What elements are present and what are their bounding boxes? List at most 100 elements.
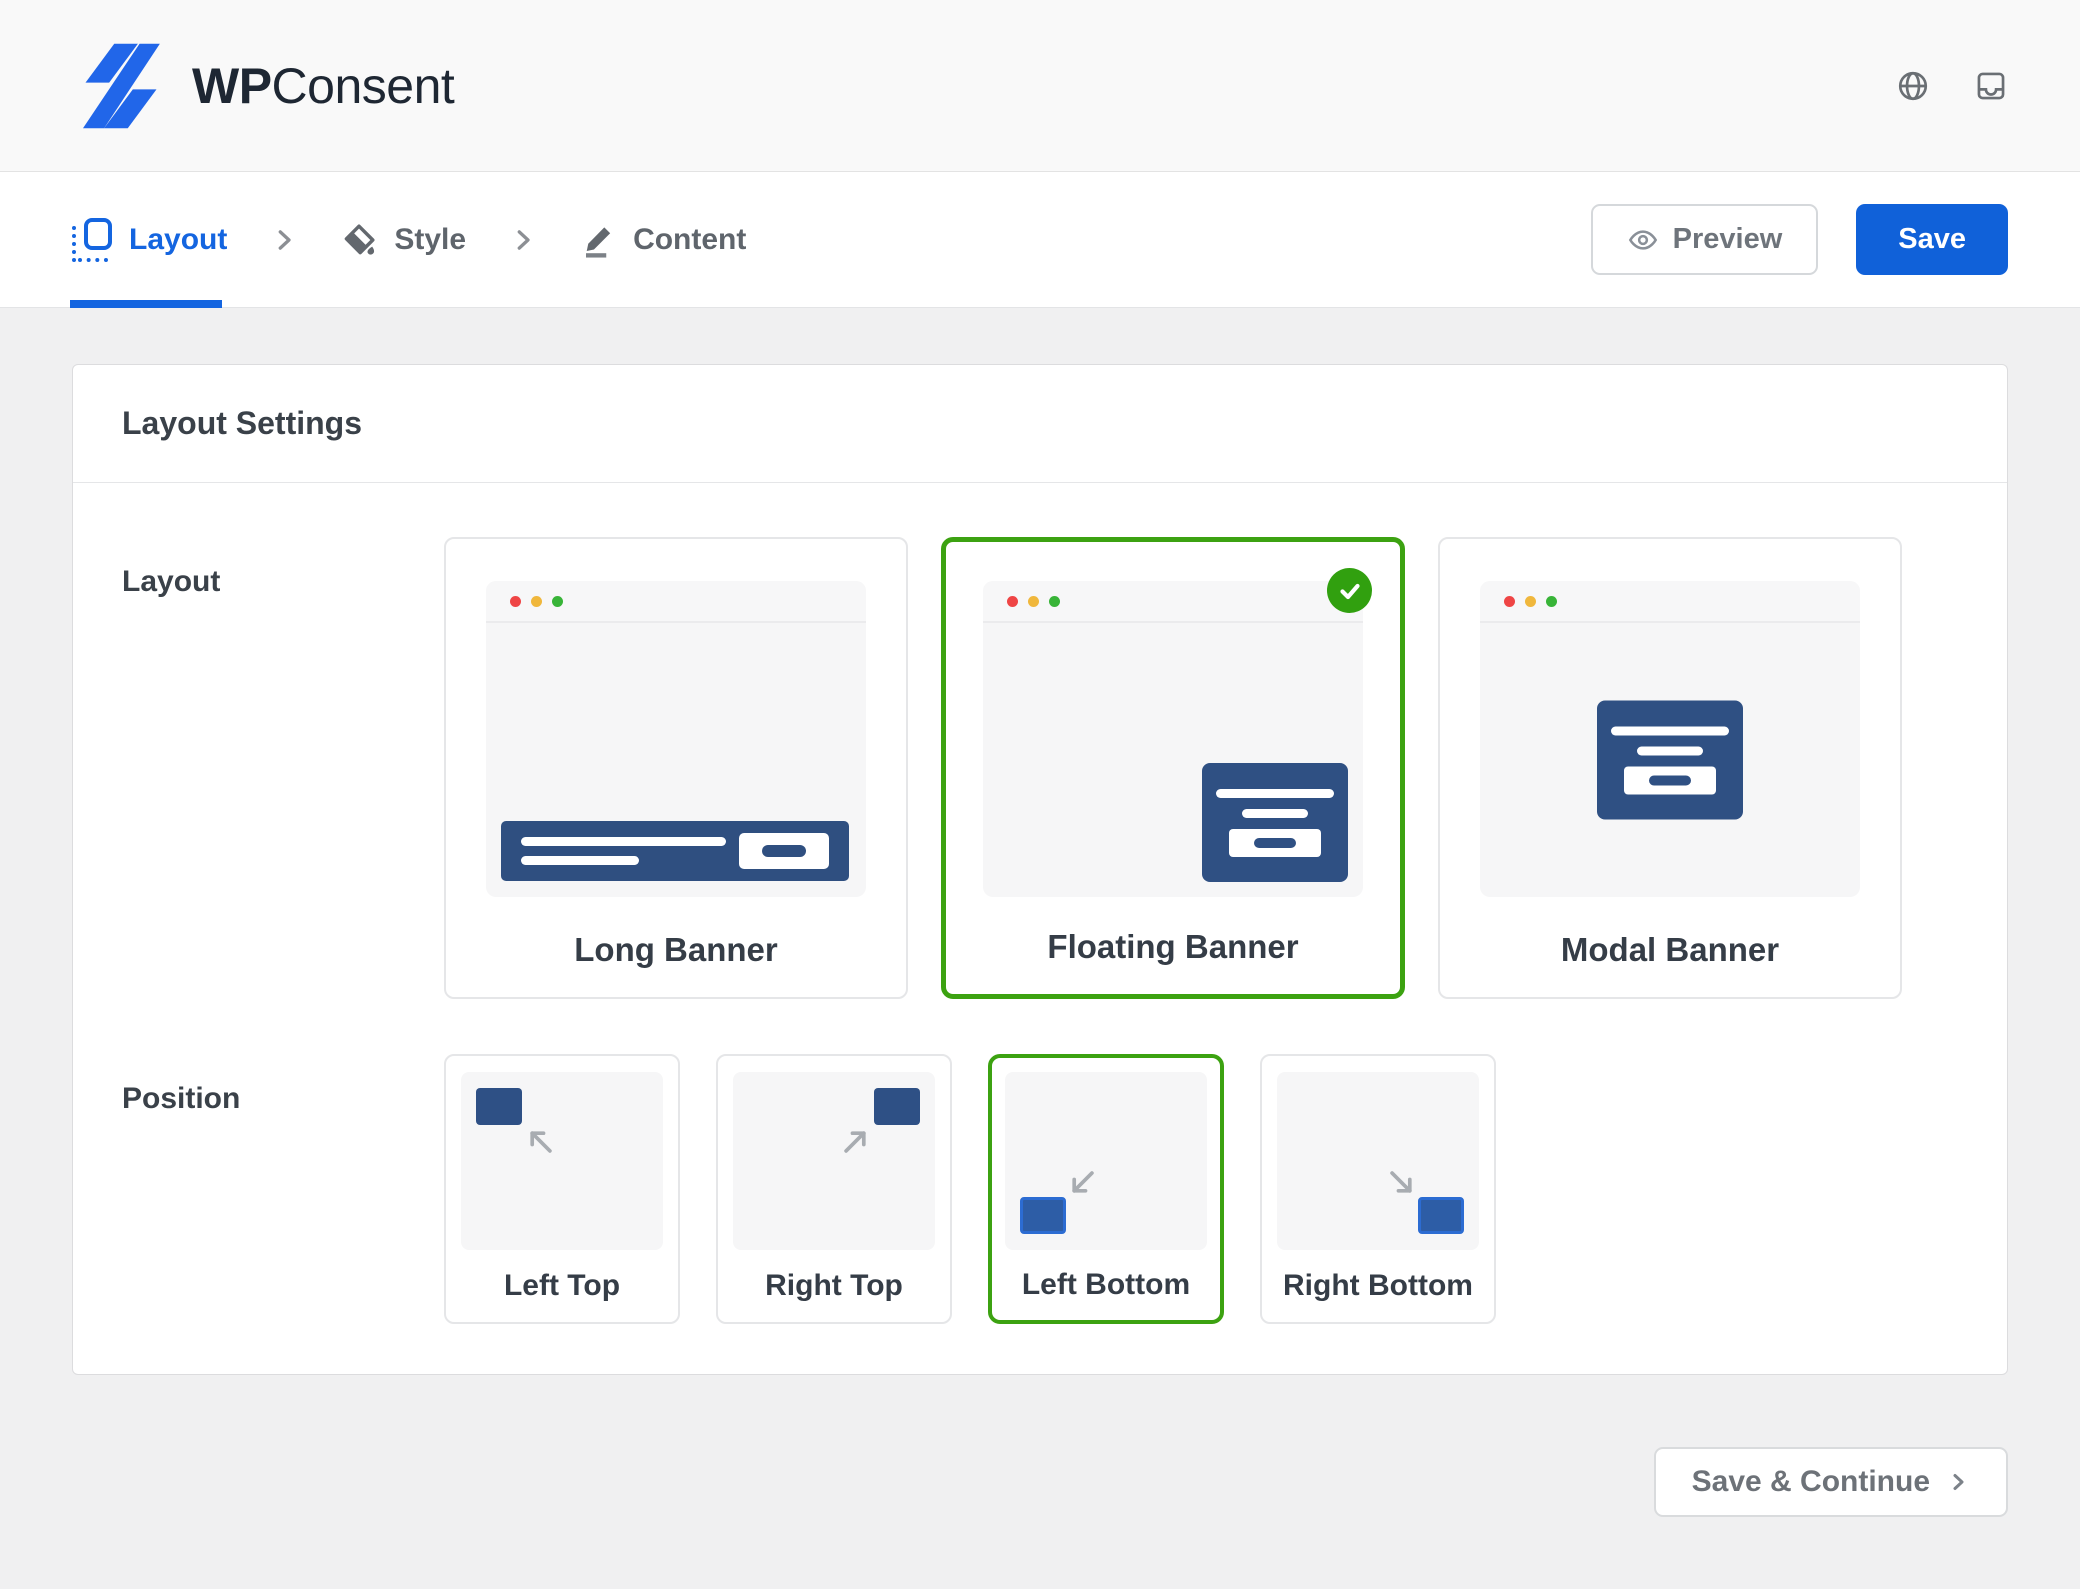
- traffic-dot-yellow: [531, 596, 542, 607]
- save-button-label: Save: [1898, 223, 1966, 256]
- layout-option-label: Modal Banner: [1561, 931, 1779, 969]
- banner-text-line: [521, 837, 726, 846]
- panel-title: Layout Settings: [122, 405, 362, 442]
- traffic-dot-green: [552, 596, 563, 607]
- layout-option-floating-banner[interactable]: Floating Banner: [941, 537, 1405, 999]
- save-and-continue-button[interactable]: Save & Continue: [1654, 1447, 2008, 1517]
- position-options: Left Top Right Top: [444, 1054, 1496, 1324]
- inbox-icon[interactable]: [1974, 69, 2008, 103]
- layout-row-label: Layout: [122, 537, 444, 999]
- banner-text-line: [1611, 726, 1729, 735]
- position-row-label: Position: [122, 1054, 444, 1324]
- browser-mockup-titlebar: [486, 581, 866, 623]
- browser-mockup-titlebar: [1480, 581, 1860, 623]
- position-preview-box: [1005, 1072, 1207, 1250]
- traffic-dot-red: [1007, 596, 1018, 607]
- main-content: Layout Settings Layout: [0, 364, 2080, 1517]
- chevron-right-icon: [508, 225, 538, 255]
- banner-button-pill: [762, 845, 806, 857]
- check-icon: [1338, 579, 1362, 603]
- traffic-dot-yellow: [1525, 596, 1536, 607]
- traffic-dot-red: [510, 596, 521, 607]
- position-option-label: Left Bottom: [1022, 1250, 1190, 1320]
- tab-layout[interactable]: Layout: [72, 218, 227, 262]
- layout-option-label: Floating Banner: [1047, 928, 1298, 966]
- header-icon-group: [1896, 69, 2008, 103]
- browser-mockup: [983, 581, 1363, 897]
- layout-option-label: Long Banner: [574, 931, 778, 969]
- footer-actions: Save & Continue: [72, 1447, 2008, 1517]
- app-header: WPConsent: [0, 0, 2080, 172]
- tab-group: Layout Style Content: [72, 218, 746, 262]
- panel-header: Layout Settings: [73, 365, 2007, 483]
- browser-mockup-body: [983, 623, 1363, 897]
- banner-position-rect: [476, 1088, 522, 1125]
- paint-bucket-icon: [341, 222, 377, 258]
- selected-check-badge: [1327, 568, 1372, 613]
- panel-body: Layout: [73, 483, 2007, 1374]
- banner-button-pill: [1254, 838, 1296, 848]
- arrow-up-left-icon: [523, 1124, 557, 1158]
- banner-text-line: [1216, 789, 1334, 798]
- modal-banner-preview: [1597, 701, 1743, 820]
- banner-button-shape: [739, 833, 829, 869]
- banner-button-shape: [1229, 829, 1321, 857]
- floating-banner-preview: [1202, 763, 1348, 882]
- browser-mockup-body: [486, 623, 866, 897]
- banner-position-rect: [1020, 1197, 1066, 1234]
- position-option-label: Right Bottom: [1283, 1250, 1473, 1322]
- long-banner-preview: [501, 821, 849, 881]
- chevron-right-icon: [1946, 1470, 1970, 1494]
- layout-option-long-banner[interactable]: Long Banner: [444, 537, 908, 999]
- position-option-left-bottom[interactable]: Left Bottom: [988, 1054, 1224, 1324]
- traffic-dot-red: [1504, 596, 1515, 607]
- position-row: Position Left Top: [122, 1054, 1958, 1324]
- tab-style[interactable]: Style: [341, 222, 466, 258]
- settings-nav: Layout Style Content Preview: [0, 172, 2080, 308]
- banner-text-line: [521, 856, 639, 865]
- pencil-icon: [580, 222, 616, 258]
- position-option-label: Right Top: [765, 1250, 903, 1322]
- brand-name: WPConsent: [192, 57, 454, 115]
- arrow-up-right-icon: [839, 1124, 873, 1158]
- browser-mockup-titlebar: [983, 581, 1363, 623]
- save-and-continue-label: Save & Continue: [1692, 1465, 1930, 1499]
- position-option-left-top[interactable]: Left Top: [444, 1054, 680, 1324]
- tab-content[interactable]: Content: [580, 222, 746, 258]
- traffic-dot-green: [1049, 596, 1060, 607]
- position-option-right-top[interactable]: Right Top: [716, 1054, 952, 1324]
- browser-mockup-body: [1480, 623, 1860, 897]
- banner-position-rect: [874, 1088, 920, 1125]
- banner-text-line: [1242, 809, 1308, 818]
- position-preview-box: [461, 1072, 663, 1250]
- position-option-right-bottom[interactable]: Right Bottom: [1260, 1054, 1496, 1324]
- banner-position-rect: [1418, 1197, 1464, 1234]
- tab-style-label: Style: [394, 223, 466, 257]
- banner-text-lines: [521, 837, 739, 865]
- browser-mockup: [486, 581, 866, 897]
- brand-logo: WPConsent: [72, 42, 454, 130]
- active-tab-underline: [70, 300, 222, 308]
- layout-frame-icon: [72, 218, 112, 262]
- chevron-right-icon: [269, 225, 299, 255]
- position-option-label: Left Top: [504, 1250, 620, 1322]
- layout-options: Long Banner: [444, 537, 1902, 999]
- layout-settings-panel: Layout Settings Layout: [72, 364, 2008, 1375]
- nav-actions: Preview Save: [1591, 204, 2008, 275]
- wpconsent-logo-icon: [72, 42, 170, 130]
- preview-button[interactable]: Preview: [1591, 204, 1819, 275]
- layout-option-modal-banner[interactable]: Modal Banner: [1438, 537, 1902, 999]
- preview-button-label: Preview: [1673, 223, 1783, 256]
- banner-button-pill: [1649, 775, 1691, 785]
- arrow-down-right-icon: [1385, 1166, 1419, 1200]
- banner-text-line: [1637, 746, 1703, 755]
- position-preview-box: [1277, 1072, 1479, 1250]
- position-preview-box: [733, 1072, 935, 1250]
- arrow-down-left-icon: [1065, 1166, 1099, 1200]
- eye-icon: [1627, 224, 1659, 256]
- layout-row: Layout: [122, 537, 1958, 999]
- traffic-dot-yellow: [1028, 596, 1039, 607]
- save-button[interactable]: Save: [1856, 204, 2008, 275]
- globe-icon[interactable]: [1896, 69, 1930, 103]
- tab-content-label: Content: [633, 223, 746, 257]
